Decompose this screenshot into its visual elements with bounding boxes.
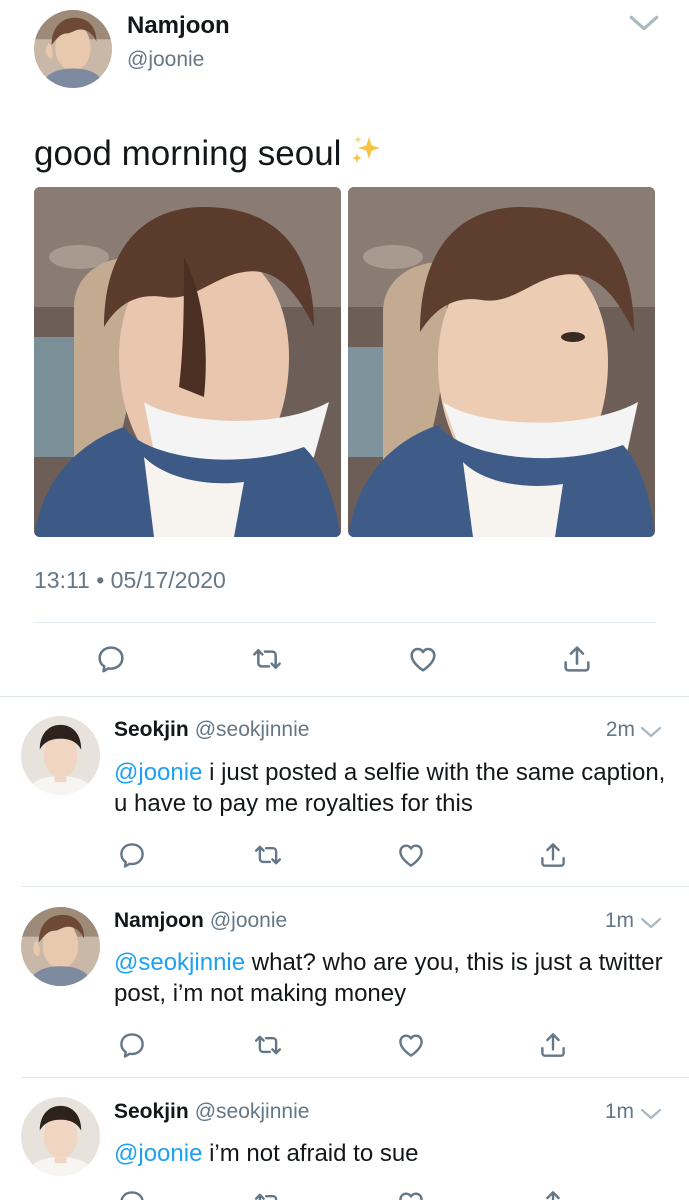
chevron-down-icon[interactable] [639, 1105, 663, 1123]
reply-text: @joonie i just posted a selfie with the … [114, 757, 674, 819]
author-name-text: Seokjin [114, 1100, 189, 1123]
tweet-text-content: good morning seoul [34, 134, 342, 173]
author-avatar[interactable] [21, 907, 100, 986]
reply-icon[interactable] [117, 1188, 147, 1200]
tweet-timestamp: 13:11 • 05/17/2020 [34, 567, 226, 593]
author-handle: @joonie [209, 909, 288, 932]
tweet-photo-1[interactable] [34, 187, 341, 537]
author-avatar[interactable] [21, 1097, 100, 1176]
author-avatar[interactable] [21, 716, 100, 795]
author-name[interactable]: Seokjin @seokjinnie [114, 718, 309, 742]
mention-link[interactable]: @joonie [114, 1140, 202, 1167]
like-icon[interactable] [396, 1188, 426, 1200]
reply-time: 1m [604, 1100, 634, 1123]
reply-time: 1m [604, 909, 634, 932]
mention-link[interactable]: @seokjinnie [114, 949, 245, 976]
author-avatar[interactable] [34, 10, 112, 88]
retweet-icon[interactable] [253, 1188, 283, 1200]
retweet-icon[interactable] [253, 840, 283, 870]
author-name-text: Seokjin [114, 718, 189, 741]
chevron-down-icon[interactable] [639, 914, 663, 932]
like-icon[interactable] [396, 1030, 426, 1060]
reply-text-content: i’m not afraid to sue [202, 1140, 419, 1167]
main-tweet: Namjoon @joonie good morning seoul 13:11… [0, 0, 689, 696]
like-icon[interactable] [396, 840, 426, 870]
author-name[interactable]: Namjoon @joonie [114, 909, 287, 933]
divider [34, 622, 656, 623]
reply-icon[interactable] [117, 1030, 147, 1060]
reply-text: @seokjinnie what? who are you, this is j… [114, 947, 674, 1009]
reply-tweet: Namjoon @joonie 1m @seokjinnie what? who … [0, 887, 689, 1077]
tweet-photo-2[interactable] [348, 187, 655, 537]
share-icon[interactable] [538, 1188, 568, 1200]
reply-icon[interactable] [117, 840, 147, 870]
retweet-icon[interactable] [251, 643, 283, 675]
tweet-text: good morning seoul [34, 133, 383, 176]
author-name[interactable]: Namjoon [127, 12, 230, 40]
reply-tweet: Seokjin @seokjinnie 2m @joonie i just pos… [0, 697, 689, 886]
share-icon[interactable] [538, 840, 568, 870]
chevron-down-icon[interactable] [627, 10, 661, 36]
reply-tweet: Seokjin @seokjinnie 1m @joonie i’m not af… [0, 1078, 689, 1200]
mention-link[interactable]: @joonie [114, 759, 202, 786]
author-name-text: Namjoon [114, 909, 204, 932]
chevron-down-icon[interactable] [639, 723, 663, 741]
share-icon[interactable] [561, 643, 593, 675]
author-name[interactable]: Seokjin @seokjinnie [114, 1100, 309, 1124]
author-handle: @seokjinnie [194, 718, 310, 741]
author-handle: @seokjinnie [194, 1100, 310, 1123]
sparkles-emoji-icon [349, 133, 383, 176]
retweet-icon[interactable] [253, 1030, 283, 1060]
reply-text: @joonie i’m not afraid to sue [114, 1138, 674, 1169]
reply-icon[interactable] [95, 643, 127, 675]
author-handle[interactable]: @joonie [127, 48, 204, 72]
share-icon[interactable] [538, 1030, 568, 1060]
reply-time: 2m [605, 718, 635, 741]
like-icon[interactable] [407, 643, 439, 675]
